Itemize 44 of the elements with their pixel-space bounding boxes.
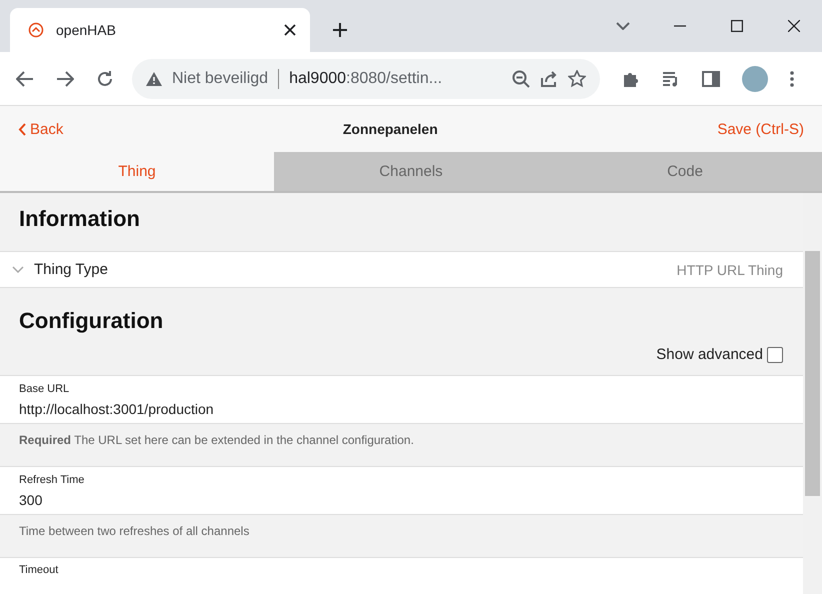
zoom-out-icon[interactable] <box>512 70 530 88</box>
chevron-down-icon[interactable] <box>616 22 630 30</box>
chevron-left-icon <box>18 122 26 136</box>
row-label: Thing Type <box>34 261 109 278</box>
menu-icon[interactable] <box>790 70 794 86</box>
tab-title: openHAB <box>56 22 117 38</box>
close-icon[interactable] <box>788 20 800 32</box>
field-label: Base URL <box>19 383 70 395</box>
security-warning: Niet beveiligd <box>172 70 268 88</box>
side-panel-icon[interactable] <box>702 70 720 86</box>
browser-tab[interactable]: openHAB <box>10 8 310 52</box>
maximize-icon[interactable] <box>730 20 742 32</box>
field-value: http://localhost:3001/production <box>19 401 215 417</box>
field-label: Refresh Time <box>19 474 86 486</box>
field-label: Timeout <box>19 564 58 576</box>
warning-icon <box>146 72 162 86</box>
row-value: HTTP URL Thing <box>676 262 783 278</box>
openhab-logo-icon <box>28 22 44 38</box>
url-text: hal9000:8080/settin... <box>289 70 444 88</box>
field-description: Time between two refreshes of all channels <box>18 523 250 540</box>
address-bar[interactable]: Niet beveiligd hal9000:8080/settin... <box>132 58 600 98</box>
section-heading: Configuration <box>18 307 164 334</box>
forward-arrow-icon[interactable] <box>56 70 74 86</box>
checkbox[interactable] <box>767 346 783 362</box>
back-arrow-icon[interactable] <box>16 70 34 86</box>
minimize-icon[interactable] <box>674 25 686 27</box>
parameter-field[interactable]: Timeout <box>0 557 803 594</box>
save-link[interactable]: Save (Ctrl-S) <box>717 120 804 138</box>
field-value: 300 <box>19 492 44 508</box>
new-tab-icon[interactable] <box>332 22 348 38</box>
tab[interactable]: Thing <box>0 152 274 191</box>
checkbox-label: Show advanced <box>656 346 763 363</box>
parameter-field[interactable]: Refresh Time 300 <box>0 466 803 515</box>
close-icon[interactable] <box>284 24 296 36</box>
section-heading: Information <box>18 205 141 233</box>
reload-icon[interactable] <box>96 70 114 88</box>
playlist-icon[interactable] <box>662 70 680 86</box>
share-icon[interactable] <box>540 70 558 88</box>
page-title: Zonnepanelen <box>342 121 439 137</box>
thing-type-row[interactable]: Thing Type HTTP URL Thing <box>0 251 803 288</box>
star-icon[interactable] <box>568 70 586 88</box>
field-description: Required The URL set here can be extended in the channel configuration. <box>18 432 415 449</box>
back-link[interactable]: Back <box>18 120 64 138</box>
parameter-field[interactable]: Base URL http://localhost:3001/production <box>0 375 803 424</box>
